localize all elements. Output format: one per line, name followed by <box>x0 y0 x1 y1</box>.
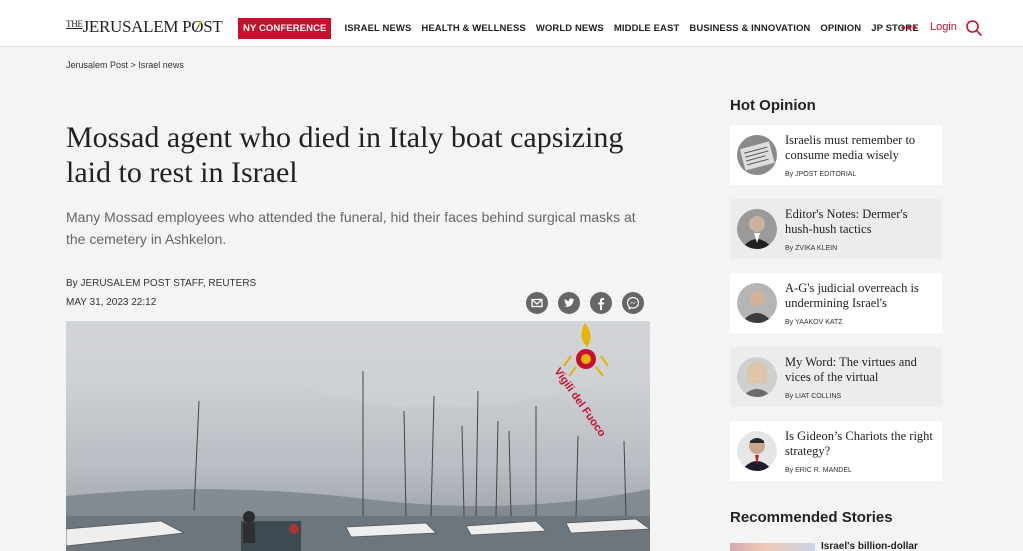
author-name: ERIC R. MANDEL <box>795 467 852 474</box>
twitter-icon <box>564 298 575 307</box>
breadcrumb-section[interactable]: Israel news <box>138 60 184 70</box>
breadcrumb-separator: > <box>128 60 139 70</box>
messenger-icon <box>626 296 640 310</box>
article-subhead: Many Mossad employees who attended the f… <box>66 209 636 247</box>
by-label: By <box>785 319 794 326</box>
harbor-photo: Vigili del Fuoco <box>66 321 650 551</box>
opinion-title[interactable]: Israelis must remember to consume media … <box>785 133 935 162</box>
opinion-author: By YAAKOV KATZ <box>785 319 843 326</box>
author-name: JPOST EDITORIAL <box>795 171 857 178</box>
breadcrumb-home[interactable]: Jerusalem Post <box>66 60 128 70</box>
opinion-title[interactable]: Is Gideon’s Chariots the right strategy? <box>785 429 935 458</box>
breadcrumb: Jerusalem Post > Israel news <box>66 60 184 70</box>
messenger-share-button[interactable] <box>622 292 644 314</box>
by-label: By <box>785 171 794 178</box>
share-buttons <box>526 292 654 314</box>
opinion-author: By ERIC R. MANDEL <box>785 467 852 474</box>
twitter-share-button[interactable] <box>558 292 580 314</box>
facebook-share-button[interactable] <box>590 292 612 314</box>
nav-world-news[interactable]: WORLD NEWS <box>536 23 604 34</box>
story-title[interactable]: Israel's billion-dollar <box>821 541 918 551</box>
site-logo[interactable]: THEJERUSALEM POST <box>66 17 223 37</box>
opinion-title[interactable]: My Word: The virtues and vices of the vi… <box>785 355 935 384</box>
top-navigation-bar: THEJERUSALEM POST NY CONFERENCE ISRAEL N… <box>0 0 1023 47</box>
opinion-author: By LIAT COLLINS <box>785 393 841 400</box>
author-avatar <box>737 209 777 249</box>
by-label: By <box>785 467 794 474</box>
opinion-card[interactable]: My Word: The virtues and vices of the vi… <box>730 347 942 407</box>
email-icon <box>531 298 543 308</box>
more-menu-button[interactable]: ••• <box>901 20 918 35</box>
nav-health-wellness[interactable]: HEALTH & WELLNESS <box>421 23 525 34</box>
feather-icon <box>194 20 202 33</box>
nav-ny-conference[interactable]: NY CONFERENCE <box>238 17 332 39</box>
opinion-card[interactable]: Is Gideon’s Chariots the right strategy?… <box>730 421 942 481</box>
recommended-stories-heading: Recommended Stories <box>730 509 893 526</box>
article-hero-image: Vigili del Fuoco <box>66 321 650 551</box>
recommended-story[interactable]: Israel's billion-dollar <box>730 541 942 551</box>
article-headline: Mossad agent who died in Italy boat caps… <box>66 121 624 189</box>
nav-middle-east[interactable]: MIDDLE EAST <box>614 23 680 34</box>
story-thumbnail <box>730 543 815 551</box>
article-byline: By JERUSALEM POST STAFF, REUTERS <box>66 278 257 289</box>
author-name: YAAKOV KATZ <box>795 319 843 326</box>
opinion-title[interactable]: A-G's judicial overreach is undermining … <box>785 281 935 310</box>
main-nav: NY CONFERENCE ISRAEL NEWS HEALTH & WELLN… <box>238 17 929 39</box>
facebook-icon <box>598 298 605 310</box>
author-name: ZVIKA KLEIN <box>795 245 838 252</box>
nav-business-innovation[interactable]: BUSINESS & INNOVATION <box>689 23 810 34</box>
opinion-author: By JPOST EDITORIAL <box>785 171 856 178</box>
newspaper-avatar <box>737 135 777 175</box>
author-avatar <box>737 283 777 323</box>
logo-the: THE <box>66 19 83 29</box>
search-icon[interactable] <box>965 19 983 37</box>
by-label: By <box>785 393 794 400</box>
opinion-card[interactable]: Israelis must remember to consume media … <box>730 125 942 185</box>
login-link[interactable]: Login <box>930 21 957 33</box>
hot-opinion-heading: Hot Opinion <box>730 97 816 114</box>
nav-israel-news[interactable]: ISRAEL NEWS <box>344 23 411 34</box>
author-avatar <box>737 431 777 471</box>
email-share-button[interactable] <box>526 292 548 314</box>
article-date: MAY 31, 2023 22:12 <box>66 297 157 308</box>
nav-opinion[interactable]: OPINION <box>820 23 861 34</box>
opinion-card[interactable]: A-G's judicial overreach is undermining … <box>730 273 942 333</box>
author-avatar <box>737 357 777 397</box>
opinion-title[interactable]: Editor's Notes: Dermer's hush-hush tacti… <box>785 207 935 236</box>
by-label: By <box>785 245 794 252</box>
opinion-author: By ZVIKA KLEIN <box>785 245 837 252</box>
author-name: LIAT COLLINS <box>795 393 842 400</box>
opinion-card[interactable]: Editor's Notes: Dermer's hush-hush tacti… <box>730 199 942 259</box>
